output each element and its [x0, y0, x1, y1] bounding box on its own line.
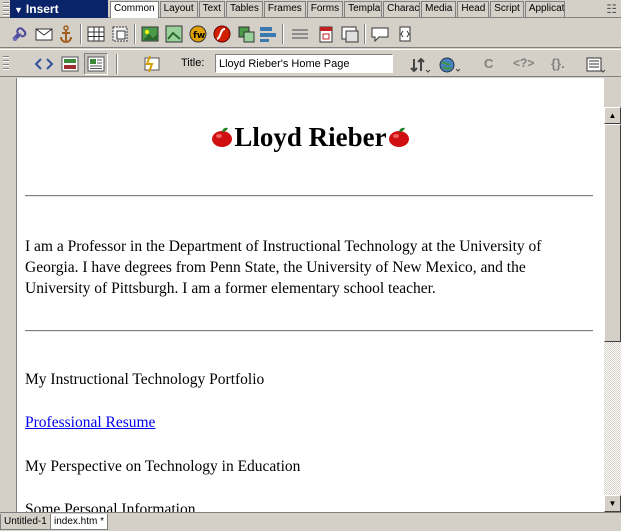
tab-tables[interactable]: Tables	[225, 1, 263, 17]
intro-paragraph: I am a Professor in the Department of In…	[25, 238, 542, 297]
tab-common[interactable]: Common	[110, 1, 159, 18]
tab-untitled-1[interactable]: Untitled-1	[0, 514, 51, 530]
scroll-down-button[interactable]: ▼	[604, 495, 621, 512]
horizontal-rule-icon[interactable]	[290, 24, 310, 44]
email-link-icon[interactable]	[34, 24, 54, 44]
panel-options-icon[interactable]: ☷	[606, 2, 617, 16]
named-anchor-icon[interactable]	[56, 24, 76, 44]
image-icon[interactable]	[140, 24, 160, 44]
file-management-icon[interactable]	[409, 56, 431, 74]
code-view-icon	[34, 58, 54, 70]
design-view-button[interactable]	[84, 53, 108, 75]
svg-text:fw: fw	[193, 31, 205, 41]
horizontal-rule	[25, 330, 593, 332]
personal-info-text: Some Personal Information	[25, 501, 196, 512]
preview-browser-icon[interactable]	[437, 55, 461, 75]
tab-media[interactable]: Media	[421, 1, 457, 17]
flash-icon[interactable]	[212, 24, 232, 44]
document-toolbar: Title: C <?> {}.	[0, 49, 621, 77]
date-icon[interactable]	[316, 24, 336, 44]
panel-grip[interactable]	[3, 2, 9, 16]
tag-chooser-icon[interactable]	[396, 24, 416, 44]
tab-application[interactable]: Applicat	[524, 1, 565, 17]
page-heading: Lloyd Rieber	[17, 122, 604, 153]
separator	[80, 24, 82, 44]
toolbar-grip[interactable]	[3, 56, 9, 70]
professional-resume-link[interactable]: Professional Resume	[25, 414, 155, 432]
tab-script[interactable]: Script	[490, 1, 524, 17]
tab-index-htm[interactable]: index.htm *	[50, 514, 109, 530]
separator	[134, 24, 136, 44]
separator	[364, 24, 366, 44]
collapse-triangle-icon: ▼	[14, 5, 23, 15]
live-data-button[interactable]	[140, 53, 164, 75]
tabular-data-icon[interactable]	[340, 24, 360, 44]
comment-icon[interactable]	[370, 24, 390, 44]
split-view-button[interactable]	[58, 53, 82, 75]
hyperlink-icon[interactable]	[10, 24, 30, 44]
insert-panel-title[interactable]: ▼ Insert	[10, 0, 108, 18]
title-label: Title:	[181, 57, 205, 69]
portfolio-text: My Instructional Technology Portfolio	[25, 371, 265, 388]
live-data-icon	[144, 55, 160, 73]
table-icon[interactable]	[86, 24, 106, 44]
view-options-icon[interactable]	[584, 55, 606, 75]
navigation-bar-icon[interactable]	[258, 24, 278, 44]
scroll-thumb[interactable]	[604, 124, 621, 342]
document-design-view[interactable]: Lloyd Rieber I am a Professor in the Dep…	[17, 78, 604, 512]
title-input[interactable]	[215, 54, 393, 73]
tab-templates[interactable]: Templat	[344, 1, 383, 17]
tab-text[interactable]: Text	[198, 1, 225, 17]
horizontal-rule	[25, 195, 593, 197]
tab-forms[interactable]: Forms	[306, 1, 344, 17]
tab-head[interactable]: Head	[457, 1, 490, 17]
scroll-up-button[interactable]: ▲	[604, 107, 621, 124]
split-view-icon	[61, 56, 79, 72]
heading-text: Lloyd Rieber	[234, 122, 387, 152]
insert-tabs: Common Layout Text Tables Frames Forms T…	[110, 1, 566, 18]
tab-characters[interactable]: Charact	[383, 1, 421, 17]
code-navigation-icon[interactable]: {}.	[551, 56, 565, 71]
insert-panel-bar: ▼ Insert Common Layout Text Tables Frames…	[0, 0, 621, 18]
tab-frames[interactable]: Frames	[263, 1, 306, 17]
server-debug-icon[interactable]: <?>	[513, 56, 534, 70]
code-view-button[interactable]	[32, 53, 56, 75]
perspective-text: My Perspective on Technology in Educatio…	[25, 458, 301, 475]
panel-title-text: Insert	[25, 2, 59, 16]
document-left-gutter	[0, 78, 17, 512]
tab-layout[interactable]: Layout	[159, 1, 198, 17]
insert-icons-row: fw	[0, 19, 621, 48]
image-placeholder-icon[interactable]	[164, 24, 184, 44]
document-tabs: Untitled-1 index.htm *	[0, 512, 621, 531]
design-view-icon	[87, 56, 105, 72]
rollover-image-icon[interactable]	[236, 24, 256, 44]
apple-icon	[388, 127, 409, 147]
draw-layer-icon[interactable]	[110, 24, 130, 44]
refresh-icon[interactable]: C	[484, 56, 493, 71]
separator	[116, 54, 118, 74]
apple-icon	[212, 127, 233, 147]
fireworks-html-icon[interactable]: fw	[188, 24, 208, 44]
vertical-scrollbar[interactable]: ▲ ▼	[604, 107, 621, 512]
separator	[282, 24, 284, 44]
